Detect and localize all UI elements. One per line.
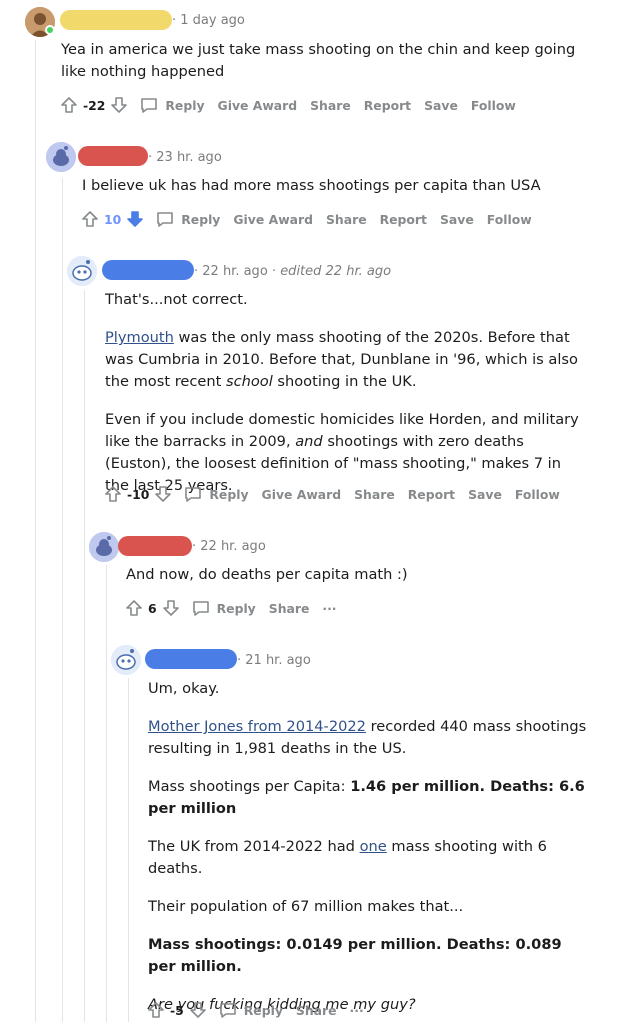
comment-text: And now, do deaths per capita math :) <box>126 566 408 583</box>
comment-paragraph: Mass shootings: 0.0149 per million. Deat… <box>148 936 562 975</box>
comment-paragraph: Mother Jones from 2014-2022 recorded 440… <box>148 718 587 757</box>
save-button[interactable]: Save <box>424 98 458 113</box>
comment-body: Um, okay. Mother Jones from 2014-2022 re… <box>148 678 588 1016</box>
thread-line[interactable] <box>62 178 63 1022</box>
comment-timestamp[interactable]: · 23 hr. ago <box>148 150 222 165</box>
reply-button[interactable]: Reply <box>139 95 205 115</box>
downvote-icon[interactable] <box>153 484 173 504</box>
share-button[interactable]: Share <box>354 487 395 502</box>
vote-group: 10 <box>80 209 145 229</box>
comment-actions: -10 Reply Give Award Share Report Save F… <box>103 482 573 506</box>
share-button[interactable]: Share <box>296 1003 337 1018</box>
share-button[interactable]: Share <box>310 98 351 113</box>
comment-body: And now, do deaths per capita math :) <box>126 564 566 586</box>
avatar[interactable] <box>111 645 141 675</box>
vote-group: -10 <box>103 484 173 504</box>
comment-timestamp[interactable]: · 1 day ago <box>172 13 245 28</box>
comment-bubble-icon <box>183 484 203 504</box>
comment-timestamp[interactable]: · 21 hr. ago <box>237 653 311 668</box>
thread-line[interactable] <box>128 678 129 1022</box>
upvote-icon[interactable] <box>124 598 144 618</box>
redacted-username[interactable] <box>102 260 194 280</box>
comment-paragraph: Their population of 67 million makes tha… <box>148 898 464 915</box>
report-button[interactable]: Report <box>364 98 411 113</box>
downvote-icon[interactable] <box>188 1000 208 1020</box>
vote-group: -22 <box>59 95 129 115</box>
avatar[interactable] <box>67 256 97 286</box>
follow-button[interactable]: Follow <box>515 487 560 502</box>
snoo-avatar-icon <box>111 645 141 675</box>
upvote-icon[interactable] <box>80 209 100 229</box>
thread-line[interactable] <box>106 565 107 1022</box>
redacted-username[interactable] <box>78 146 148 166</box>
downvote-active-icon[interactable] <box>125 209 145 229</box>
comment-actions: -5 Reply Share ··· <box>146 998 377 1022</box>
avatar[interactable] <box>46 142 76 172</box>
comment-text: Yea in america we just take mass shootin… <box>61 41 576 80</box>
vote-score: 10 <box>104 211 122 227</box>
online-status-icon <box>45 25 55 35</box>
comment-bubble-icon <box>218 1000 238 1020</box>
comment-body: That's...not correct. Plymouth was the o… <box>105 289 585 497</box>
vote-score: -5 <box>170 1002 184 1018</box>
mother-jones-link[interactable]: Mother Jones from 2014-2022 <box>148 718 366 735</box>
comment-paragraph: Plymouth was the only mass shooting of t… <box>105 329 578 390</box>
vote-group: 6 <box>124 598 181 618</box>
comment-bubble-icon <box>139 95 159 115</box>
report-button[interactable]: Report <box>380 212 427 227</box>
share-button[interactable]: Share <box>269 601 310 616</box>
downvote-icon[interactable] <box>161 598 181 618</box>
save-button[interactable]: Save <box>440 212 474 227</box>
follow-button[interactable]: Follow <box>471 98 516 113</box>
one-link[interactable]: one <box>360 838 387 855</box>
comment-paragraph: Mass shootings per Capita: 1.46 per mill… <box>148 778 585 817</box>
comment-bubble-icon <box>155 209 175 229</box>
give-award-button[interactable]: Give Award <box>262 487 342 502</box>
comment-actions: -22 Reply Give Award Share Report Save F… <box>59 93 529 117</box>
more-options-icon[interactable]: ··· <box>322 601 336 616</box>
vote-group: -5 <box>146 1000 208 1020</box>
comment-paragraph: Um, okay. <box>148 680 220 697</box>
vote-score: 6 <box>148 600 157 616</box>
upvote-icon[interactable] <box>146 1000 166 1020</box>
reply-button[interactable]: Reply <box>183 484 249 504</box>
snoo-avatar-icon <box>89 532 119 562</box>
comment-paragraph: The UK from 2014-2022 had one mass shoot… <box>148 838 547 877</box>
give-award-button[interactable]: Give Award <box>218 98 298 113</box>
snoo-avatar-icon <box>46 142 76 172</box>
vote-score: -10 <box>127 486 150 502</box>
comment-timestamp[interactable]: · 22 hr. ago · edited 22 hr. ago <box>194 264 391 279</box>
comment-actions: 6 Reply Share ··· <box>124 596 350 620</box>
report-button[interactable]: Report <box>408 487 455 502</box>
comment-paragraph: That's...not correct. <box>105 291 248 308</box>
give-award-button[interactable]: Give Award <box>233 212 313 227</box>
reply-button[interactable]: Reply <box>155 209 220 229</box>
redacted-username[interactable] <box>145 649 237 669</box>
more-options-icon[interactable]: ··· <box>350 1003 364 1018</box>
comment-text: I believe uk has had more mass shootings… <box>82 177 541 194</box>
reply-button[interactable]: Reply <box>218 1000 283 1020</box>
comment-body: I believe uk has had more mass shootings… <box>82 175 602 197</box>
save-button[interactable]: Save <box>468 487 502 502</box>
thread-line[interactable] <box>35 40 36 1022</box>
share-button[interactable]: Share <box>326 212 367 227</box>
comment-timestamp[interactable]: · 22 hr. ago <box>192 539 266 554</box>
snoo-avatar-icon <box>67 256 97 286</box>
follow-button[interactable]: Follow <box>487 212 532 227</box>
comment-bubble-icon <box>191 598 211 618</box>
redacted-username[interactable] <box>118 536 192 556</box>
upvote-icon[interactable] <box>103 484 123 504</box>
comment-actions: 10 Reply Give Award Share Report Save Fo… <box>80 207 545 231</box>
plymouth-link[interactable]: Plymouth <box>105 329 174 346</box>
edited-label: edited 22 hr. ago <box>280 264 392 279</box>
avatar[interactable] <box>89 532 119 562</box>
redacted-username[interactable] <box>60 10 172 30</box>
reply-button[interactable]: Reply <box>191 598 256 618</box>
comment-body: Yea in america we just take mass shootin… <box>61 39 601 83</box>
downvote-icon[interactable] <box>109 95 129 115</box>
upvote-icon[interactable] <box>59 95 79 115</box>
vote-score: -22 <box>83 97 106 113</box>
thread-line[interactable] <box>84 290 85 1022</box>
